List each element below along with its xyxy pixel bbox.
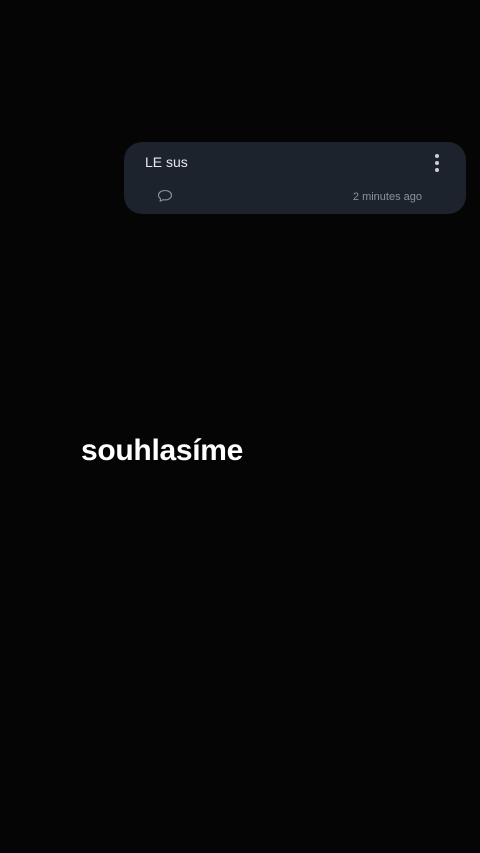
vertical-dots-icon (435, 168, 439, 172)
vertical-dots-icon (435, 161, 439, 165)
comment-timestamp: 2 minutes ago (352, 191, 422, 203)
more-options-button[interactable] (426, 152, 448, 174)
vertical-dots-icon (435, 154, 439, 158)
video-screen: LE sus 2 minutes ago souhlasíme (0, 0, 480, 853)
comment-text: LE sus (145, 154, 188, 170)
comment-card: LE sus 2 minutes ago (124, 142, 466, 214)
video-caption: souhlasíme (81, 434, 244, 467)
speech-bubble-icon (157, 189, 173, 202)
reply-button[interactable] (157, 189, 173, 203)
